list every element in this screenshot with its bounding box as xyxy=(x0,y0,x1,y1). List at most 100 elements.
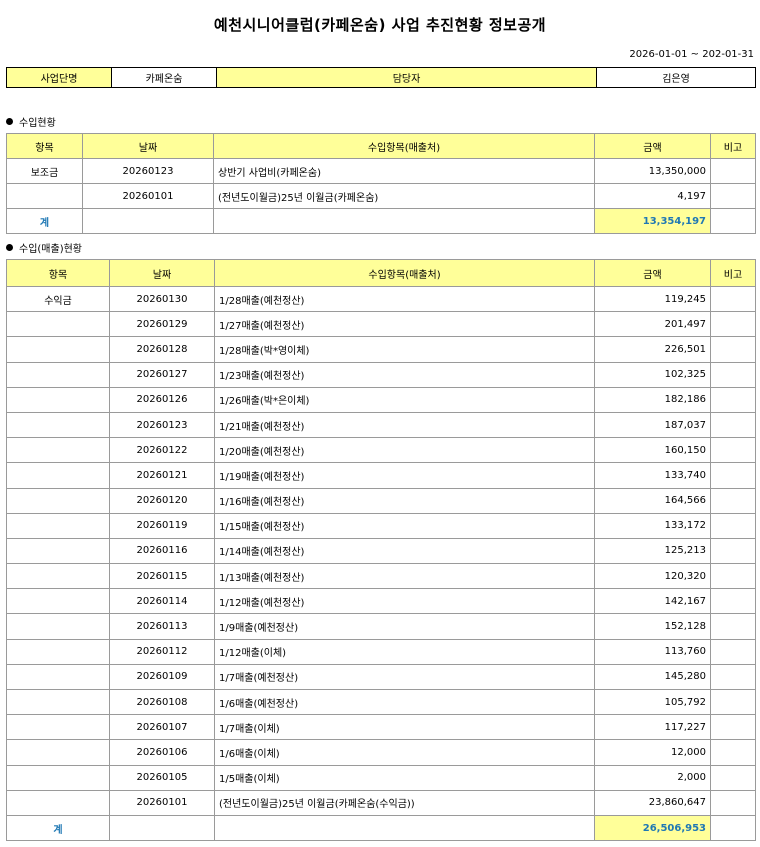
note-cell xyxy=(710,663,756,691)
empty-cell xyxy=(82,208,214,234)
date-cell: 20260113 xyxy=(109,613,215,640)
amount-cell: 119,245 xyxy=(594,285,711,313)
column-header: 수입항목(매출처) xyxy=(213,133,595,159)
note-cell xyxy=(710,789,756,816)
column-header: 항목 xyxy=(6,133,83,159)
category-cell xyxy=(6,688,110,716)
business-info-table: 사업단명 카페온숨 담당자 김은영 xyxy=(6,67,756,88)
amount-cell: 125,213 xyxy=(594,537,711,565)
column-header: 수입항목(매출처) xyxy=(214,259,595,287)
date-cell: 20260107 xyxy=(109,714,215,741)
date-cell: 20260108 xyxy=(109,688,215,716)
category-cell xyxy=(6,512,110,539)
note-cell xyxy=(710,613,756,640)
table-row: 보조금 20260123 상반기 사업비(카페온숨) 13,350,000 xyxy=(6,158,756,184)
total-row: 계 13,354,197 xyxy=(6,208,756,234)
bullet-icon xyxy=(6,118,13,125)
description-cell: (전년도이월금)25년 이월금(카페온숨(수익금)) xyxy=(214,789,595,816)
description-cell: 1/12매출(이체) xyxy=(214,638,595,665)
table-row: 20260108 1/6매출(예천정산) 105,792 xyxy=(6,688,756,716)
description-cell: 1/21매출(예천정산) xyxy=(214,411,595,439)
total-amount: 26,506,953 xyxy=(594,814,711,842)
note-cell xyxy=(710,336,756,363)
table-row: 20260128 1/28매출(박*영이체) 226,501 xyxy=(6,336,756,363)
table-row: 20260126 1/26매출(박*은이체) 182,186 xyxy=(6,386,756,413)
date-cell: 20260123 xyxy=(82,158,214,184)
column-header: 날짜 xyxy=(82,133,214,159)
category-cell xyxy=(6,588,110,615)
category-cell: 수익금 xyxy=(6,285,110,313)
empty-cell xyxy=(710,208,756,234)
table-row: 수익금 20260130 1/28매출(예천정산) 119,245 xyxy=(6,285,756,313)
date-cell: 20260126 xyxy=(109,386,215,413)
description-cell: 1/14매출(예천정산) xyxy=(214,537,595,565)
table-row: 20260122 1/20매출(예천정산) 160,150 xyxy=(6,437,756,464)
date-cell: 20260122 xyxy=(109,437,215,464)
description-cell: 1/15매출(예천정산) xyxy=(214,512,595,539)
category-cell xyxy=(6,311,110,338)
date-cell: 20260120 xyxy=(109,487,215,514)
category-cell xyxy=(6,563,110,590)
sales-table: 항목 날짜 수입항목(매출처) 금액 비고 수익금 20260130 1/28매출(… xyxy=(6,259,756,842)
note-cell xyxy=(710,285,756,313)
date-cell: 20260114 xyxy=(109,588,215,615)
date-cell: 20260101 xyxy=(109,789,215,816)
table-row: 20260101 (전년도이월금)25년 이월금(카페온숨) 4,197 xyxy=(6,183,756,209)
date-cell: 20260121 xyxy=(109,462,215,489)
category-cell xyxy=(6,638,110,665)
income-section-heading: 수입현황 xyxy=(6,114,56,129)
description-cell: 1/26매출(박*은이체) xyxy=(214,386,595,413)
table-row: 20260113 1/9매출(예천정산) 152,128 xyxy=(6,613,756,640)
category-cell xyxy=(6,336,110,363)
note-cell xyxy=(710,361,756,388)
manager-label: 담당자 xyxy=(216,67,597,88)
income-table: 항목 날짜 수입항목(매출처) 금액 비고 보조금 20260123 상반기 사… xyxy=(6,133,756,234)
sales-section-label: 수입(매출)현황 xyxy=(19,244,83,255)
description-cell: 1/13매출(예천정산) xyxy=(214,563,595,590)
description-cell: 1/23매출(예천정산) xyxy=(214,361,595,388)
sales-section-heading: 수입(매출)현황 xyxy=(6,240,82,255)
amount-cell: 12,000 xyxy=(594,739,711,766)
note-cell xyxy=(710,739,756,766)
amount-cell: 226,501 xyxy=(594,336,711,363)
amount-cell: 23,860,647 xyxy=(594,789,711,816)
note-cell xyxy=(710,638,756,665)
note-cell xyxy=(710,563,756,590)
table-row: 20260107 1/7매출(이체) 117,227 xyxy=(6,714,756,741)
total-label: 계 xyxy=(6,208,83,234)
amount-cell: 2,000 xyxy=(594,764,711,791)
date-cell: 20260115 xyxy=(109,563,215,590)
description-cell: 1/27매출(예천정산) xyxy=(214,311,595,338)
note-cell xyxy=(710,311,756,338)
total-label: 계 xyxy=(6,814,110,842)
table-row: 20260109 1/7매출(예천정산) 145,280 xyxy=(6,663,756,691)
category-cell xyxy=(6,361,110,388)
description-cell: 1/28매출(예천정산) xyxy=(214,285,595,313)
amount-cell: 105,792 xyxy=(594,688,711,716)
category-cell xyxy=(6,764,110,791)
note-cell xyxy=(710,462,756,489)
amount-cell: 187,037 xyxy=(594,411,711,439)
date-cell: 20260127 xyxy=(109,361,215,388)
note-cell xyxy=(710,158,756,184)
description-cell: 1/19매출(예천정산) xyxy=(214,462,595,489)
description-cell: 1/12매출(예천정산) xyxy=(214,588,595,615)
table-row: 20260114 1/12매출(예천정산) 142,167 xyxy=(6,588,756,615)
page-title: 예천시니어클럽(카페온숨) 사업 추진현황 정보공개 xyxy=(213,16,547,34)
date-cell: 20260130 xyxy=(109,285,215,313)
date-cell: 20260105 xyxy=(109,764,215,791)
category-cell xyxy=(6,487,110,514)
amount-cell: 201,497 xyxy=(594,311,711,338)
date-cell: 20260123 xyxy=(109,411,215,439)
column-header: 날짜 xyxy=(109,259,215,287)
table-row: 20260106 1/6매출(이체) 12,000 xyxy=(6,739,756,766)
amount-cell: 152,128 xyxy=(594,613,711,640)
column-header: 금액 xyxy=(594,259,711,287)
description-cell: 1/5매출(이체) xyxy=(214,764,595,791)
date-cell: 20260109 xyxy=(109,663,215,691)
category-cell xyxy=(6,537,110,565)
table-row: 20260101 (전년도이월금)25년 이월금(카페온숨(수익금)) 23,860… xyxy=(6,789,756,816)
date-cell: 20260106 xyxy=(109,739,215,766)
bullet-icon xyxy=(6,244,13,251)
income-section-label: 수입현황 xyxy=(19,118,56,129)
